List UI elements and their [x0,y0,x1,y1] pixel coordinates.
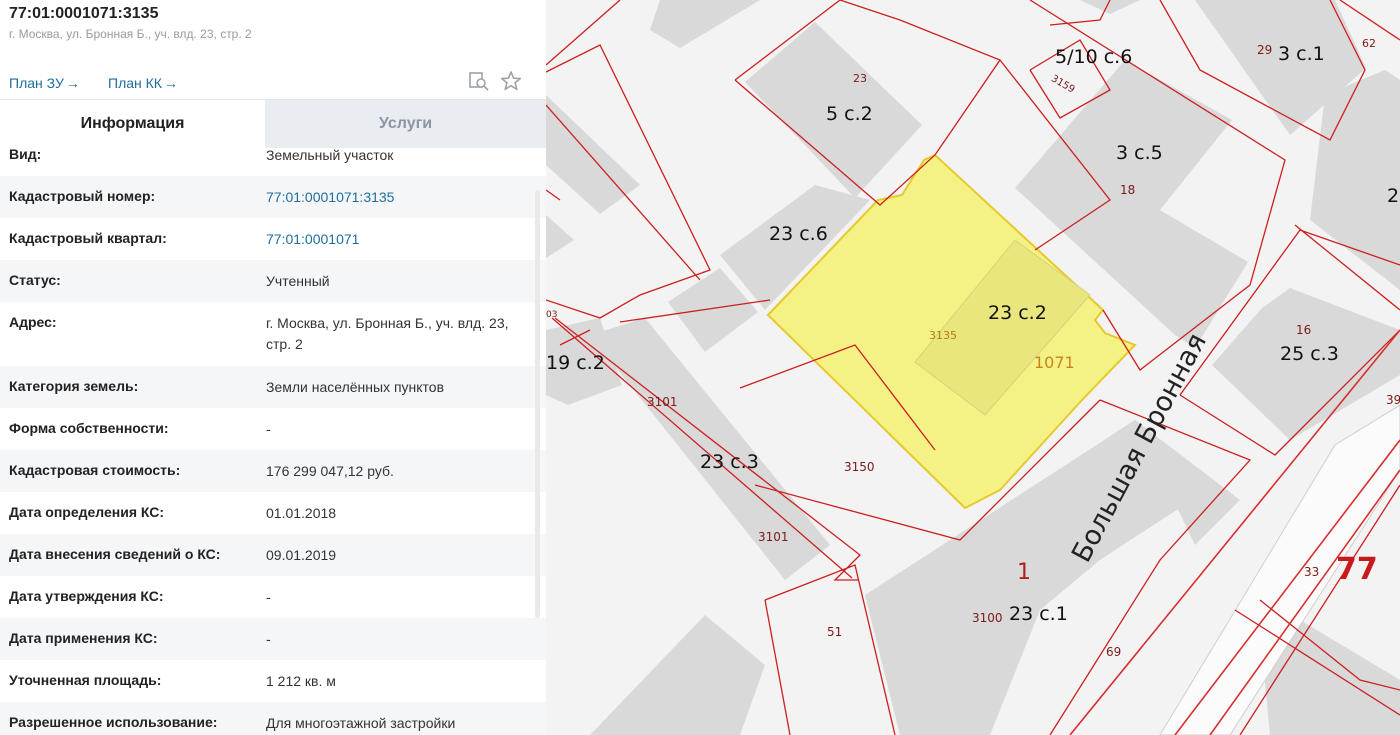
field-label: Категория земель: [9,378,139,394]
arrow-right-icon: → [65,75,80,91]
parcel-label: 03 [546,310,558,320]
cadastral-title: 77:01:0001071:3135 [9,5,159,22]
field-row: Дата внесения сведений о КС: 09.01.2019 [0,534,546,576]
field-value: 176 299 047,12 руб. [266,463,394,479]
cadastral-map[interactable]: 5/10 с.6 3 с.1 5 с.2 3 с.5 23 с.6 23 с.2… [546,0,1400,735]
field-row: Форма собственности: - [0,408,546,450]
quarter-number-label: 1 [1017,560,1031,585]
field-label: Дата внесения сведений о КС: [9,546,221,562]
plan-kk-link[interactable]: План КК → [108,75,178,91]
plan-kk-label: План КК [108,75,162,91]
field-row: Вид: Земельный участок [0,134,546,176]
address-subtitle: г. Москва, ул. Бронная Б., уч. влд. 23, … [9,27,252,41]
field-label: Дата определения КС: [9,504,165,520]
field-value: Для многоэтажной застройки [266,715,456,731]
field-value: - [266,589,271,605]
building-label: 5 с.2 [826,103,873,125]
building-label: 25 с.3 [1280,343,1339,365]
district-label: 77 [1336,552,1378,587]
parcel-label: 33 [1304,565,1320,579]
field-row: Уточненная площадь: 1 212 кв. м [0,660,546,702]
field-value: - [266,421,271,437]
parcel-label: 29 [1257,43,1273,57]
field-label: Кадастровый квартал: [9,230,167,246]
map-search-icon[interactable] [468,70,490,92]
cadastral-quarter-link[interactable]: 77:01:0001071 [266,229,528,250]
parcel-label: 3100 [972,611,1003,625]
field-label: Кадастровый номер: [9,188,156,204]
building-label: 19 с.2 [546,352,605,374]
field-row: Дата утверждения КС: - [0,576,546,618]
building-label: 5/10 с.6 [1055,46,1133,68]
parcel-label: 16 [1296,323,1312,337]
parcel-label: 69 [1106,645,1122,659]
field-label: Вид: [9,146,42,162]
parcel-label: 18 [1120,183,1136,197]
parcel-label: 51 [827,625,843,639]
building-label: 23 с.1 [1009,603,1068,625]
plan-zu-link[interactable]: План ЗУ → [9,75,80,91]
field-value: 1 212 кв. м [266,673,336,689]
parcel-label: 3135 [929,329,957,342]
building-label: 3 с.1 [1278,43,1325,65]
building-label: 23 с.6 [769,223,828,245]
field-value: - [266,631,271,647]
building-label: 23 с.2 [988,302,1047,324]
plan-zu-label: План ЗУ [9,75,64,91]
field-row: Кадастровая стоимость: 176 299 047,12 ру… [0,450,546,492]
building-label: 23 с.3 [700,451,759,473]
field-row: Статус: Учтенный [0,260,546,302]
field-row: Адрес: г. Москва, ул. Бронная Б., уч. вл… [0,302,546,366]
field-label: Статус: [9,272,61,288]
parcel-label: 3150 [844,460,875,474]
field-label: Дата применения КС: [9,630,158,646]
quarter-label: 1071 [1034,353,1075,372]
panel-scrollbar[interactable] [535,190,540,618]
info-panel: 77:01:0001071:3135 г. Москва, ул. Бронна… [0,0,547,735]
field-value: Земли населённых пунктов [266,379,445,395]
parcel-label: 62 [1362,37,1376,50]
parcel-label: 23 [853,72,867,85]
field-value: Земельный участок [266,147,394,163]
field-value: г. Москва, ул. Бронная Б., уч. влд. 23, … [266,315,509,352]
building-label: 2 [1387,185,1400,207]
parcel-label: 3101 [758,530,789,544]
building-label: 3 с.5 [1116,142,1163,164]
parcel-label: 39 [1386,393,1400,407]
field-value: 01.01.2018 [266,505,337,521]
field-row: Дата применения КС: - [0,618,546,660]
cadastral-number-link[interactable]: 77:01:0001071:3135 [266,187,528,208]
field-label: Дата утверждения КС: [9,588,164,604]
arrow-right-icon: → [163,75,178,91]
field-row: Кадастровый квартал: 77:01:0001071 [0,218,546,260]
field-label: Адрес: [9,314,57,330]
field-label: Разрешенное использование: [9,714,218,730]
field-row: Дата определения КС: 01.01.2018 [0,492,546,534]
field-value: 09.01.2019 [266,547,337,563]
field-row: Категория земель: Земли населённых пункт… [0,366,546,408]
field-label: Кадастровая стоимость: [9,462,181,478]
field-row: Кадастровый номер: 77:01:0001071:3135 [0,176,546,218]
field-value: Учтенный [266,273,330,289]
field-label: Форма собственности: [9,420,169,436]
star-icon[interactable] [500,70,522,92]
field-label: Уточненная площадь: [9,672,162,688]
field-row: Разрешенное использование: Для многоэтаж… [0,702,546,735]
parcel-label: 3101 [647,395,678,409]
